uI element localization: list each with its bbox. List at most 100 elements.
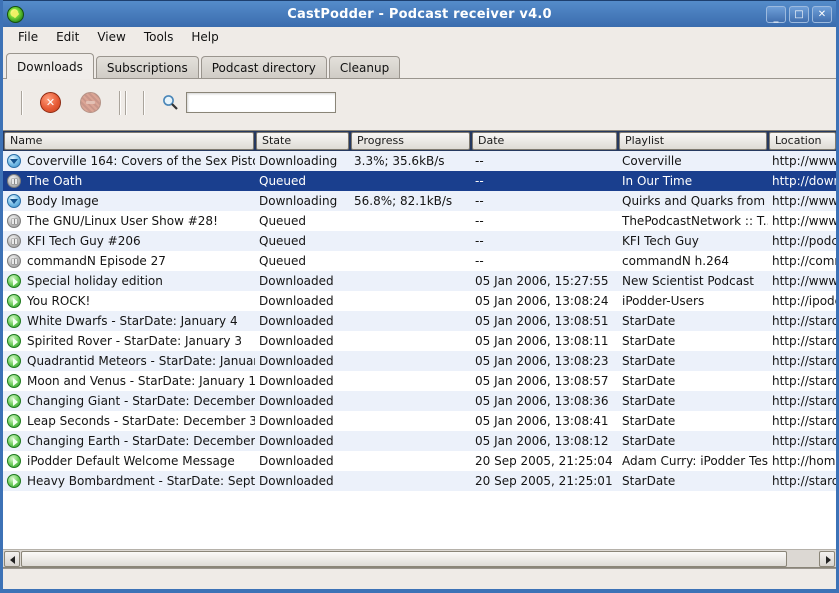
cell-date: -- [471, 231, 618, 251]
table-row[interactable]: You ROCK!Downloaded05 Jan 2006, 13:08:24… [3, 291, 836, 311]
cell-state: Queued [255, 231, 350, 251]
cell-name: The GNU/Linux User Show #28! [3, 211, 255, 231]
table-row[interactable]: Heavy Bombardment - StarDate: Sept...Dow… [3, 471, 836, 491]
downloaded-icon [7, 394, 21, 408]
scroll-left-arrow[interactable] [4, 551, 20, 567]
cell-location: http://www. [768, 271, 836, 291]
cell-playlist: Quirks and Quarks from ... [618, 191, 768, 211]
cell-playlist: StarDate [618, 431, 768, 451]
cell-date: 05 Jan 2006, 13:08:51 [471, 311, 618, 331]
cell-progress [350, 431, 471, 451]
tab-podcast-directory[interactable]: Podcast directory [201, 56, 327, 79]
menu-help[interactable]: Help [182, 28, 227, 46]
menu-edit[interactable]: Edit [47, 28, 88, 46]
column-header-name[interactable]: Name [4, 132, 254, 150]
remove-download-button-disabled[interactable] [80, 92, 101, 113]
table-row[interactable]: Changing Earth - StarDate: December ...D… [3, 431, 836, 451]
column-header-location[interactable]: Location [769, 132, 836, 150]
episode-name: Changing Earth - StarDate: December ... [27, 431, 255, 451]
table-row[interactable]: Leap Seconds - StarDate: December 30Down… [3, 411, 836, 431]
minimize-icon: _ [767, 11, 785, 25]
cell-location: http://stard [768, 431, 836, 451]
cell-location: http://podc [768, 231, 836, 251]
menu-file[interactable]: File [9, 28, 47, 46]
cell-state: Downloaded [255, 291, 350, 311]
cell-date: 05 Jan 2006, 15:27:55 [471, 271, 618, 291]
episode-name: Leap Seconds - StarDate: December 30 [27, 411, 255, 431]
cell-date: 05 Jan 2006, 13:08:23 [471, 351, 618, 371]
cell-date: 05 Jan 2006, 13:08:12 [471, 431, 618, 451]
column-header-progress[interactable]: Progress [351, 132, 470, 150]
maximize-icon: □ [790, 8, 808, 22]
cell-location: http://www. [768, 191, 836, 211]
cell-progress: 56.8%; 82.1kB/s [350, 191, 471, 211]
cell-date: -- [471, 211, 618, 231]
table-row[interactable]: Coverville 164: Covers of the Sex Pistol… [3, 151, 836, 171]
close-icon: ✕ [813, 8, 831, 22]
cell-name: Leap Seconds - StarDate: December 30 [3, 411, 255, 431]
maximize-button[interactable]: □ [789, 6, 809, 23]
search-input[interactable] [186, 92, 336, 113]
scroll-right-arrow[interactable] [819, 551, 835, 567]
cell-state: Downloaded [255, 391, 350, 411]
cell-location: http://home [768, 451, 836, 471]
cell-progress [350, 291, 471, 311]
cell-name: iPodder Default Welcome Message [3, 451, 255, 471]
horizontal-scrollbar[interactable] [3, 549, 836, 567]
column-header-playlist[interactable]: Playlist [619, 132, 767, 150]
table-row[interactable]: Spirited Rover - StarDate: January 3Down… [3, 331, 836, 351]
cell-progress [350, 411, 471, 431]
toolbar [3, 79, 836, 126]
episode-name: White Dwarfs - StarDate: January 4 [27, 311, 238, 331]
cell-date: -- [471, 191, 618, 211]
cell-state: Downloading [255, 151, 350, 171]
cell-progress [350, 331, 471, 351]
table-row[interactable]: Quadrantid Meteors - StarDate: Januar...… [3, 351, 836, 371]
cell-playlist: StarDate [618, 411, 768, 431]
cell-playlist: ThePodcastNetwork :: T... [618, 211, 768, 231]
cancel-download-button[interactable] [40, 92, 61, 113]
table-row[interactable]: commandN Episode 27Queued--commandN h.26… [3, 251, 836, 271]
scrollbar-thumb[interactable] [21, 551, 787, 567]
cell-location: http://stard [768, 471, 836, 491]
episode-name: KFI Tech Guy #206 [27, 231, 141, 251]
episode-name: Quadrantid Meteors - StarDate: Januar... [27, 351, 255, 371]
table-header: NameStateProgressDatePlaylistLocation [3, 131, 836, 151]
table-row[interactable]: White Dwarfs - StarDate: January 4Downlo… [3, 311, 836, 331]
tab-downloads[interactable]: Downloads [6, 53, 94, 79]
table-row[interactable]: KFI Tech Guy #206Queued--KFI Tech Guyhtt… [3, 231, 836, 251]
tab-subscriptions[interactable]: Subscriptions [96, 56, 199, 79]
cell-playlist: commandN h.264 [618, 251, 768, 271]
tab-cleanup[interactable]: Cleanup [329, 56, 400, 79]
table-row[interactable]: Body ImageDownloading56.8%; 82.1kB/s--Qu… [3, 191, 836, 211]
downloaded-icon [7, 454, 21, 468]
menu-bar: FileEditViewToolsHelp [3, 27, 836, 48]
title-bar[interactable]: CastPodder - Podcast receiver v4.0 _ □ ✕ [3, 0, 836, 27]
cell-playlist: iPodder-Users [618, 291, 768, 311]
table-row[interactable]: Special holiday editionDownloaded05 Jan … [3, 271, 836, 291]
cell-progress [350, 171, 471, 191]
cell-progress [350, 371, 471, 391]
table-row[interactable]: The GNU/Linux User Show #28!Queued--TheP… [3, 211, 836, 231]
column-header-date[interactable]: Date [472, 132, 617, 150]
table-row[interactable]: Changing Giant - StarDate: December ...D… [3, 391, 836, 411]
table-row[interactable]: iPodder Default Welcome MessageDownloade… [3, 451, 836, 471]
cell-playlist: StarDate [618, 311, 768, 331]
close-button[interactable]: ✕ [812, 6, 832, 23]
minimize-button[interactable]: _ [766, 6, 786, 23]
cell-location: http://ipodd [768, 291, 836, 311]
cell-date: 05 Jan 2006, 13:08:11 [471, 331, 618, 351]
cell-date: 05 Jan 2006, 13:08:36 [471, 391, 618, 411]
menu-view[interactable]: View [88, 28, 134, 46]
cell-location: http://stard [768, 331, 836, 351]
table-row[interactable]: The OathQueued--In Our Timehttp://down [3, 171, 836, 191]
table-row[interactable]: Moon and Venus - StarDate: January 1Down… [3, 371, 836, 391]
episode-name: Changing Giant - StarDate: December ... [27, 391, 255, 411]
menu-tools[interactable]: Tools [135, 28, 183, 46]
toolbar-separator [125, 91, 127, 115]
episode-name: Coverville 164: Covers of the Sex Pistol… [27, 151, 255, 171]
column-header-state[interactable]: State [256, 132, 349, 150]
cell-location: http://www. [768, 151, 836, 171]
cell-state: Downloaded [255, 271, 350, 291]
cell-state: Downloaded [255, 351, 350, 371]
